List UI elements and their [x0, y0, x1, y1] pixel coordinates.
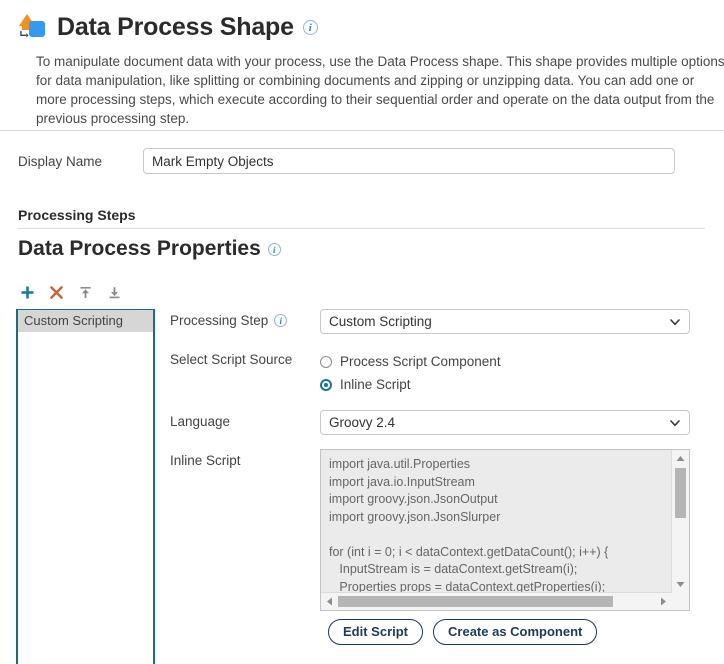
- script-horizontal-scrollbar[interactable]: [321, 592, 672, 610]
- blue-square-icon: [29, 21, 45, 37]
- language-select[interactable]: Groovy 2.4: [320, 410, 690, 435]
- script-actions: Edit Script Create as Component: [328, 619, 598, 645]
- radio-inline-script[interactable]: Inline Script: [320, 373, 501, 396]
- triangle-right-icon: [661, 597, 666, 606]
- add-step-button[interactable]: [18, 283, 36, 301]
- steps-toolbar: [18, 283, 123, 301]
- processing-step-row: Processing Step i Custom Scripting: [170, 309, 710, 334]
- radio-checked-icon[interactable]: [320, 378, 332, 391]
- script-source-label: Select Script Source: [170, 352, 293, 367]
- processing-step-select[interactable]: Custom Scripting: [320, 309, 690, 334]
- display-name-label: Display Name: [18, 153, 103, 169]
- scroll-thumb-vertical[interactable]: [675, 468, 686, 518]
- radio-inline-script-label: Inline Script: [340, 377, 411, 392]
- language-row: Language Groovy 2.4: [170, 410, 710, 435]
- create-as-component-button[interactable]: Create as Component: [433, 619, 598, 645]
- inline-script-row: Inline Script import java.util.Propertie…: [170, 449, 710, 611]
- inline-script-editor[interactable]: import java.util.Properties import java.…: [320, 449, 690, 611]
- processing-steps-list[interactable]: Custom Scripting: [16, 309, 155, 664]
- language-value: Groovy 2.4: [329, 415, 396, 430]
- list-item[interactable]: Custom Scripting: [18, 310, 153, 332]
- scroll-down-button[interactable]: [672, 576, 689, 593]
- inline-script-content: import java.util.Properties import java.…: [329, 457, 609, 593]
- radio-process-script-component-label: Process Script Component: [340, 354, 501, 369]
- arrow-up-to-bar-icon: [80, 286, 90, 298]
- language-label: Language: [170, 414, 231, 429]
- move-step-down-button[interactable]: [105, 283, 123, 301]
- scrollbar-corner: [672, 593, 689, 610]
- data-process-shape-icon: [18, 13, 48, 41]
- properties-info-icon[interactable]: i: [267, 242, 281, 256]
- data-process-properties-heading: Data Process Properties i: [18, 237, 281, 261]
- title-row: Data Process Shape i: [18, 10, 706, 44]
- chevron-down-icon: [670, 420, 680, 427]
- scroll-thumb-horizontal[interactable]: [338, 596, 613, 607]
- display-name-input[interactable]: [143, 148, 675, 174]
- script-vertical-scrollbar[interactable]: [671, 450, 689, 593]
- plus-icon: [21, 286, 33, 298]
- processing-steps-divider: [18, 228, 705, 229]
- processing-step-label-group: Processing Step i: [170, 309, 320, 328]
- radio-process-script-component[interactable]: Process Script Component: [320, 350, 501, 373]
- processing-steps-heading: Processing Steps: [18, 207, 136, 223]
- processing-step-value: Custom Scripting: [329, 314, 432, 329]
- scroll-up-button[interactable]: [672, 450, 689, 467]
- script-source-radio-group: Process Script Component Inline Script: [320, 348, 501, 396]
- radio-unchecked-icon[interactable]: [320, 355, 332, 368]
- triangle-up-icon: [676, 456, 685, 461]
- processing-step-info-icon[interactable]: i: [274, 314, 288, 327]
- triangle-down-icon: [676, 582, 685, 587]
- page-title: Data Process Shape: [57, 12, 294, 41]
- triangle-left-icon: [327, 597, 332, 606]
- inline-script-label: Inline Script: [170, 453, 241, 468]
- page-description: To manipulate document data with your pr…: [36, 54, 724, 126]
- delete-step-button[interactable]: [47, 283, 65, 301]
- script-source-row: Select Script Source Process Script Comp…: [170, 348, 710, 396]
- scroll-left-button[interactable]: [321, 593, 338, 610]
- scroll-right-button[interactable]: [655, 593, 672, 610]
- display-name-row: Display Name: [18, 148, 675, 174]
- header-divider: [0, 130, 724, 131]
- chevron-down-icon: [670, 319, 680, 326]
- data-process-properties-label: Data Process Properties: [18, 237, 261, 260]
- curved-arrow-icon: [20, 30, 29, 38]
- close-x-icon: [49, 285, 63, 299]
- edit-script-button[interactable]: Edit Script: [328, 619, 424, 645]
- properties-form: Processing Step i Custom Scripting Selec…: [170, 309, 710, 625]
- move-step-up-button[interactable]: [76, 283, 94, 301]
- page-header: Data Process Shape i To manipulate docum…: [0, 0, 724, 128]
- processing-step-label: Processing Step: [170, 313, 269, 328]
- arrow-down-to-bar-icon: [109, 286, 119, 298]
- page-title-info-icon[interactable]: i: [302, 19, 318, 35]
